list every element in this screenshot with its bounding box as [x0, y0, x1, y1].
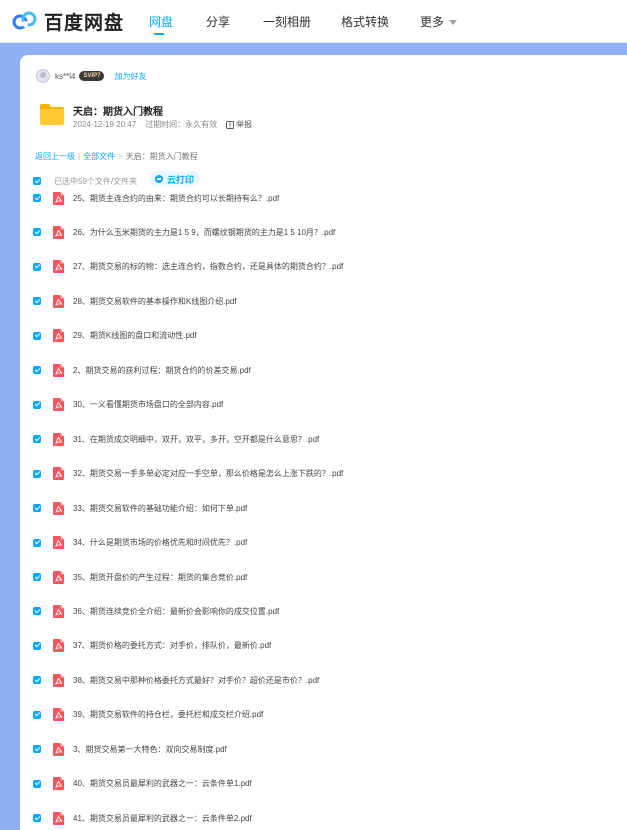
file-row[interactable]: 40、期货交易员最犀利的武器之一：云条件单1.pdf — [33, 777, 252, 791]
file-name: 27、期货交易的标的物：选主连合约，指数合约，还是具体的期货合约？.pdf — [73, 262, 344, 272]
file-name: 37、期货价格的委托方式：对手价，排队价，最新价.pdf — [73, 641, 272, 651]
pdf-file-icon — [53, 811, 64, 825]
file-name: 26、为什么玉米期货的主力是1 5 9，而螺纹钢期货的主力是1 5 10月？.p… — [73, 227, 336, 237]
file-name: 33、期货交易软件的基础功能介绍：如何下单.pdf — [73, 503, 248, 513]
file-name: 40、期货交易员最犀利的武器之一：云条件单1.pdf — [73, 779, 252, 789]
nav-tab-format-convert[interactable]: 格式转换 — [341, 13, 389, 30]
share-panel: ks**l4 SVIP7 加为好友 天启：期货入门教程 2024-12-19 2… — [20, 55, 627, 830]
file-row[interactable]: 37、期货价格的委托方式：对手价，排队价，最新价.pdf — [33, 639, 271, 653]
file-name: 35、期货开盘价的产生过程：期货的集合竞价.pdf — [73, 572, 248, 582]
file-checkbox[interactable] — [33, 366, 41, 375]
pdf-file-icon — [53, 191, 64, 205]
file-list: 25、期货主连合约的由来：期货合约可以长期持有么？.pdf 26、为什么玉米期货的… — [20, 55, 627, 830]
file-name: 30、一义看懂期货市场盘口的全部内容.pdf — [73, 400, 224, 410]
file-row[interactable]: 36、期货连续竞价全介绍：最新价会影响你的成交位置.pdf — [33, 604, 279, 618]
pdf-file-icon — [53, 294, 64, 308]
file-name: 34、什么是期货市场的价格优先和时间优先？.pdf — [73, 538, 248, 547]
file-name: 36、期货连续竞价全介绍：最新价会影响你的成交位置.pdf — [73, 606, 280, 616]
pdf-file-icon — [53, 329, 64, 343]
file-row[interactable]: 25、期货主连合约的由来：期货合约可以长期持有么？.pdf — [33, 191, 279, 205]
file-name: 39、期货交易软件的持仓栏，委托栏和成交栏介绍.pdf — [73, 710, 264, 720]
file-row[interactable]: 32、期货交易一手多单必定对应一手空单，那么价格是怎么上涨下跌的？.pdf — [33, 467, 343, 481]
file-checkbox[interactable] — [33, 779, 41, 788]
nav-tab-moment-album[interactable]: 一刻相册 — [263, 13, 311, 30]
logo-text: 百度网盘 — [44, 11, 125, 34]
file-row[interactable]: 29、期货K线图的盘口和流动性.pdf — [33, 329, 197, 343]
cloud-logo-icon — [12, 11, 37, 30]
file-row[interactable]: 38、期货交易中那种价格委托方式最好？对手价？超价还是市价？.pdf — [33, 673, 319, 687]
file-name: 25、期货主连合约的由来：期货合约可以长期持有么？.pdf — [73, 193, 280, 203]
file-checkbox[interactable] — [33, 538, 41, 547]
pdf-file-icon — [53, 536, 64, 549]
chevron-down-icon — [449, 20, 458, 25]
file-checkbox[interactable] — [33, 262, 41, 271]
pdf-file-icon — [53, 673, 64, 687]
active-tab-indicator — [154, 33, 164, 35]
pdf-file-icon — [53, 570, 64, 584]
file-checkbox[interactable] — [33, 814, 41, 823]
file-checkbox[interactable] — [33, 573, 41, 581]
pdf-file-icon — [53, 604, 64, 618]
pdf-file-icon — [53, 639, 64, 653]
pdf-file-icon — [53, 432, 64, 446]
file-row[interactable]: 30、一义看懂期货市场盘口的全部内容.pdf — [33, 398, 223, 412]
file-checkbox[interactable] — [33, 331, 41, 340]
pdf-file-icon — [53, 260, 64, 274]
file-row[interactable]: 39、期货交易软件的持仓栏，委托栏和成交栏介绍.pdf — [33, 708, 263, 722]
file-checkbox[interactable] — [33, 641, 41, 650]
file-name: 2、期货交易的获利过程：期货合约的价差交易.pdf — [73, 365, 251, 375]
file-checkbox[interactable] — [33, 676, 41, 685]
pdf-file-icon — [53, 398, 64, 412]
file-row[interactable]: 2、期货交易的获利过程：期货合约的价差交易.pdf — [33, 363, 251, 377]
file-name: 32、期货交易一手多单必定对应一手空单，那么价格是怎么上涨下跌的？.pdf — [73, 469, 344, 479]
file-row[interactable]: 31、在期货成交明细中，双开，双平，多开，空开都是什么意思？.pdf — [33, 432, 319, 446]
file-row[interactable]: 35、期货开盘价的产生过程：期货的集合竞价.pdf — [33, 570, 247, 584]
file-checkbox[interactable] — [33, 194, 41, 202]
file-row[interactable]: 33、期货交易软件的基础功能介绍：如何下单.pdf — [33, 501, 247, 515]
file-checkbox[interactable] — [33, 228, 41, 237]
file-name: 3、期货交易第一大特色：双向交易制度.pdf — [73, 744, 227, 754]
file-row[interactable]: 26、为什么玉米期货的主力是1 5 9，而螺纹钢期货的主力是1 5 10月？.p… — [33, 225, 335, 239]
file-name: 41、期货交易员最犀利的武器之一：云条件单2.pdf — [73, 813, 252, 823]
file-checkbox[interactable] — [33, 504, 41, 513]
file-row[interactable]: 3、期货交易第一大特色：双向交易制度.pdf — [33, 742, 227, 756]
nav-tab-more-label: 更多 — [420, 15, 445, 29]
file-name: 31、在期货成交明细中，双开，双平，多开，空开都是什么意思？.pdf — [73, 434, 320, 444]
file-row[interactable]: 41、期货交易员最犀利的武器之一：云条件单2.pdf — [33, 811, 252, 825]
file-row[interactable]: 28、期货交易软件的基本操作和K线图介绍.pdf — [33, 294, 237, 308]
file-name: 38、期货交易中那种价格委托方式最好？对手价？超价还是市价？.pdf — [73, 675, 320, 685]
nav-tab-netdisk[interactable]: 网盘 — [149, 13, 173, 30]
file-name: 28、期货交易软件的基本操作和K线图介绍.pdf — [73, 296, 237, 306]
pdf-file-icon — [53, 777, 64, 791]
pdf-file-icon — [53, 501, 64, 515]
nav-tab-more[interactable]: 更多 — [420, 13, 458, 30]
file-checkbox[interactable] — [33, 297, 41, 306]
baidu-netdisk-logo[interactable]: 百度网盘 — [12, 8, 124, 34]
file-checkbox[interactable] — [33, 400, 41, 409]
file-checkbox[interactable] — [33, 745, 41, 754]
nav-tab-share[interactable]: 分享 — [206, 13, 230, 30]
pdf-file-icon — [53, 742, 64, 756]
pdf-file-icon — [53, 225, 64, 239]
file-row[interactable]: 27、期货交易的标的物：选主连合约，指数合约，还是具体的期货合约？.pdf — [33, 260, 343, 274]
file-row[interactable]: 34、什么是期货市场的价格优先和时间优先？.pdf — [33, 536, 247, 550]
pdf-file-icon — [53, 363, 64, 377]
file-checkbox[interactable] — [33, 710, 41, 719]
pdf-file-icon — [53, 467, 64, 481]
file-checkbox[interactable] — [33, 469, 41, 478]
top-navigation-bar: 百度网盘 网盘 分享 一刻相册 格式转换 更多 — [0, 0, 627, 43]
file-checkbox[interactable] — [33, 435, 41, 444]
pdf-file-icon — [53, 708, 64, 722]
file-name: 29、期货K线图的盘口和流动性.pdf — [73, 331, 197, 341]
file-checkbox[interactable] — [33, 607, 41, 616]
